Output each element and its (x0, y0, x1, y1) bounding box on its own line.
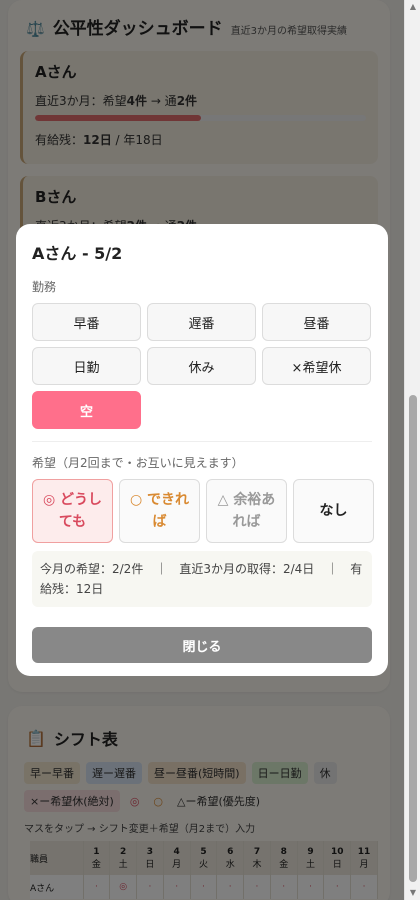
shift-edit-modal: Aさん - 5/2 勤務 早番 遅番 昼番日勤 休み ×希望休空 希望（月2回まで・お互… (16, 224, 388, 676)
shift-option-button[interactable]: 空 (32, 391, 141, 429)
shift-option-button[interactable]: 遅番 (147, 303, 256, 341)
modal-title: Aさん - 5/2 (32, 244, 123, 263)
hope-option-button[interactable]: △ 余裕あれば (206, 479, 287, 543)
scrollbar-thumb[interactable] (409, 395, 417, 882)
shift-option-button[interactable]: 昼番 (262, 303, 371, 341)
close-button[interactable]: 閉じる (32, 627, 372, 663)
divider (32, 441, 372, 442)
hope-option-button[interactable]: ○ できれば (119, 479, 200, 543)
hope-options: ◎ どうしても ○ できれば △ 余裕あれば なし (32, 479, 374, 543)
hope-option-button[interactable]: ◎ どうしても (32, 479, 113, 543)
shift-option-button[interactable]: ×希望休 (262, 347, 371, 385)
hope-stats: 今月の希望：2/2件 ｜ 直近3か月の取得：2/4日 ｜ 有給残：12日 (32, 551, 372, 607)
shift-section-label: 勤務 (32, 280, 57, 294)
shift-option-button[interactable]: 日勤 (32, 347, 141, 385)
shift-option-button[interactable]: 早番 (32, 303, 141, 341)
shift-option-button[interactable]: 休み (147, 347, 256, 385)
scroll-down-arrow-icon[interactable]: ▼ (405, 886, 420, 900)
shift-options: 早番 遅番 昼番日勤 休み ×希望休空 (32, 303, 372, 429)
hope-section-label: 希望（月2回まで・お互いに見えます） (32, 456, 244, 470)
hope-option-button[interactable]: なし (293, 479, 374, 543)
scrollbar[interactable]: ▲ ▼ (404, 0, 420, 900)
scroll-up-arrow-icon[interactable]: ▲ (405, 0, 420, 14)
